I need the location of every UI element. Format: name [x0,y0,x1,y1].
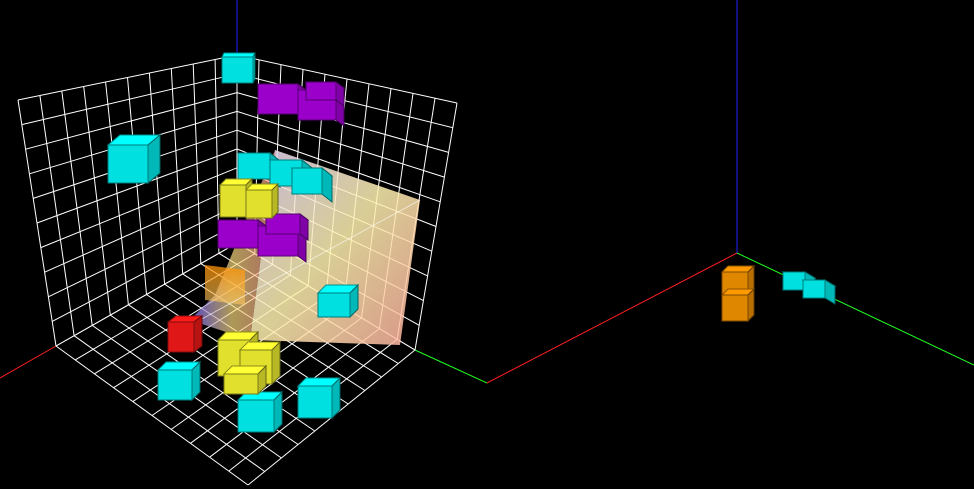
next-piece-orange-b-front [721,294,749,322]
cyan-block-6 [296,376,342,420]
yellow-block-10-c [222,364,268,396]
y-axis-preview [736,252,974,366]
y-axis-main [414,349,488,384]
next-piece-cyan-b-front [802,279,826,299]
preview-axes [736,0,974,366]
yellow-block-10-c-front [223,373,259,395]
x-axis-bridge [486,252,738,384]
cyan-block-1-front [107,144,149,184]
3d-scene-canvas[interactable] [0,0,974,489]
grid-line-left-vertical [105,81,129,305]
cyan-block-3-front [317,292,351,318]
yellow-block-9-a-front [219,184,247,218]
cyan-block-1 [106,133,162,185]
purple-block-7-a-front [257,83,299,115]
purple-block-7-c-front [305,81,337,101]
yellow-block-10-b-side [271,340,281,386]
x-axis-main [0,345,57,379]
red-block-11-front [167,321,195,353]
purple-block-8-a-front [217,219,259,249]
red-block-11 [166,315,204,353]
game-viewport[interactable] [0,0,974,489]
cyan-block-0-top [221,52,256,58]
grid-line-right-vertical [414,102,458,351]
grid-line-left-vertical [83,86,111,316]
yellow-block-9-b-front [245,189,273,219]
preview-blocks [720,264,837,323]
cyan-block-5-front [237,399,275,433]
grid-line-left-vertical [17,99,57,347]
next-piece-orange-b-side [747,287,755,323]
grid-line-left-vertical [39,95,75,336]
grid-line-left-vertical [61,90,93,326]
cyan-block-0 [221,52,256,84]
cyan-block-6-front [297,385,333,419]
cyan-block-4 [156,360,202,402]
cyan-block-3 [316,283,360,319]
cyan-block-5 [236,390,284,434]
cyan-block-2-a-front [237,152,271,180]
next-piece-cyan-b [801,279,837,305]
cyan-block-2-c-front [291,167,323,195]
next-piece-cyan-a-front [782,271,806,291]
yellow-block-9-b [244,182,280,220]
cyan-block-4-front [157,369,193,401]
cyan-block-0-front [221,56,254,84]
red-block-11-side [193,315,203,353]
next-piece-orange-b [720,287,756,323]
yellow-block-9-b-side [271,182,279,220]
next-piece-cyan-b-side [824,279,836,305]
